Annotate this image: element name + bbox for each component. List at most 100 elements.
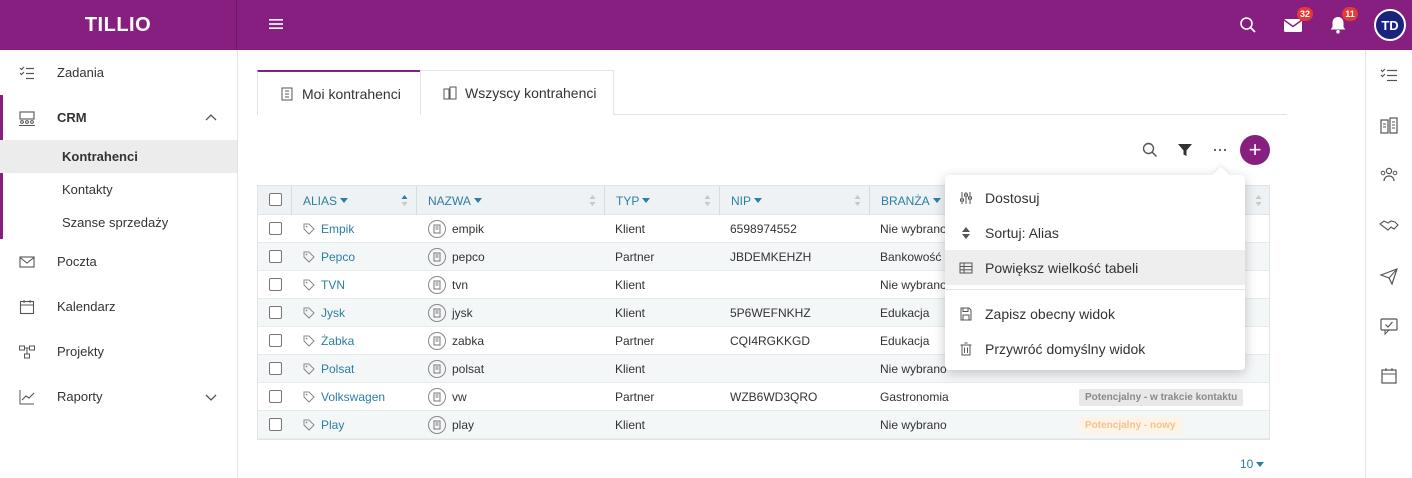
filter-icon[interactable] [1175, 140, 1195, 160]
branza-cell: Edukacja [880, 334, 930, 348]
tab-wszyscy-kontrahenci[interactable]: Wszyscy kontrahenci [420, 70, 614, 115]
page-size-value: 10 [1240, 457, 1254, 471]
crm-icon [19, 110, 35, 126]
alias-link[interactable]: Pepco [321, 250, 355, 264]
row-checkbox[interactable] [269, 362, 282, 375]
nazwa-text: zabka [452, 334, 485, 348]
row-checkbox[interactable] [269, 250, 282, 263]
notifications-button[interactable]: 11 [1327, 7, 1358, 36]
sidebar-sub-kontrahenci[interactable]: Kontrahenci [0, 140, 237, 173]
row-checkbox[interactable] [269, 390, 282, 403]
send-icon[interactable] [1379, 266, 1399, 286]
sidebar-item-label: CRM [57, 110, 87, 125]
caret-down-icon [754, 198, 763, 203]
table-row[interactable]: Volkswagen vw Partner WZB6WD3QRO Gastronomia… [258, 383, 1269, 411]
chevron-up-icon[interactable] [204, 111, 218, 125]
sidebar-sub-szanse[interactable]: Szanse sprzedaży [0, 206, 237, 239]
user-avatar[interactable]: TD [1374, 9, 1406, 41]
sort-asc-icon[interactable] [401, 194, 408, 207]
app-logo[interactable]: TILLIO [0, 0, 237, 50]
column-typ[interactable]: TYP [605, 186, 720, 215]
sidebar-item-crm[interactable]: CRM [0, 95, 237, 140]
nazwa-cell: empik [428, 215, 484, 243]
column-nazwa[interactable]: NAZWA [417, 186, 605, 215]
mail-icon [19, 255, 35, 268]
alias-cell[interactable]: Volkswagen [303, 383, 385, 411]
alias-link[interactable]: Jysk [321, 306, 345, 320]
table-row[interactable]: Play play Klient Nie wybrano Potencjalny - n… [258, 411, 1269, 439]
menu-item-powieksz[interactable]: Powiększ wielkość tabeli [945, 250, 1245, 285]
tag-icon [303, 279, 315, 291]
alias-link[interactable]: TVN [321, 278, 345, 292]
tag-icon [303, 363, 315, 375]
column-nip[interactable]: NIP [720, 186, 870, 215]
chevron-down-icon[interactable] [204, 390, 218, 404]
alias-link[interactable]: Volkswagen [321, 390, 385, 404]
row-checkbox[interactable] [269, 306, 282, 319]
building-icon [428, 360, 446, 378]
sort-icon [962, 226, 970, 239]
branza-cell: Nie wybrano [880, 362, 947, 376]
hamburger-menu-icon[interactable] [266, 14, 286, 34]
sort-icon[interactable] [704, 194, 711, 207]
caret-down-icon [1256, 461, 1265, 467]
typ-cell: Partner [615, 390, 655, 404]
sort-icon[interactable] [1255, 194, 1262, 207]
nazwa-cell: zabka [428, 327, 484, 355]
page-size-select[interactable]: 10 [1240, 457, 1265, 471]
tag-icon [303, 391, 315, 403]
buildings-icon [443, 86, 457, 100]
column-alias[interactable]: ALIAS [292, 186, 417, 215]
building-icon [428, 248, 446, 266]
building-icon [428, 332, 446, 350]
typ-cell: Partner [615, 250, 655, 264]
sidebar-item-zadania[interactable]: Zadania [0, 50, 237, 95]
table-icon [959, 262, 973, 273]
menu-item-przywroc[interactable]: Przywróć domyślny widok [945, 331, 1245, 366]
tag-icon [303, 335, 315, 347]
mail-button[interactable]: 32 [1282, 7, 1313, 36]
row-checkbox[interactable] [269, 418, 282, 431]
checklist-icon[interactable] [1379, 65, 1399, 85]
more-options-icon[interactable] [1210, 140, 1230, 160]
nazwa-text: vw [452, 390, 467, 404]
sort-icon[interactable] [854, 194, 861, 207]
alias-cell[interactable]: Pepco [303, 243, 355, 271]
sidebar-item-raporty[interactable]: Raporty [0, 374, 237, 419]
users-icon[interactable] [1379, 165, 1399, 185]
select-all-checkbox[interactable] [269, 193, 282, 206]
alias-cell[interactable]: Empik [303, 215, 354, 243]
sidebar-item-projekty[interactable]: Projekty [0, 329, 237, 374]
alias-link[interactable]: Żabka [321, 334, 354, 348]
handshake-icon[interactable] [1379, 216, 1399, 236]
menu-item-dostosuj[interactable]: Dostosuj [945, 180, 1245, 215]
tab-moi-kontrahenci[interactable]: Moi kontrahenci [257, 70, 421, 115]
nazwa-text: play [452, 418, 475, 432]
sidebar-item-poczta[interactable]: Poczta [0, 239, 237, 284]
caret-down-icon [932, 198, 941, 203]
row-checkbox[interactable] [269, 222, 282, 235]
sidebar-item-label: Projekty [57, 344, 104, 359]
alias-link[interactable]: Play [321, 418, 344, 432]
building-icon[interactable] [1379, 116, 1399, 136]
alias-cell[interactable]: Jysk [303, 299, 345, 327]
row-checkbox[interactable] [269, 278, 282, 291]
alias-cell[interactable]: Play [303, 411, 344, 439]
menu-item-zapisz[interactable]: Zapisz obecny widok [945, 296, 1245, 331]
search-icon[interactable] [1237, 14, 1259, 36]
add-button[interactable]: + [1240, 135, 1270, 165]
search-icon[interactable] [1140, 140, 1160, 160]
sidebar-item-kalendarz[interactable]: Kalendarz [0, 284, 237, 329]
alias-cell[interactable]: Żabka [303, 327, 354, 355]
menu-item-sortuj[interactable]: Sortuj: Alias [945, 215, 1245, 250]
alias-link[interactable]: Polsat [321, 362, 354, 376]
sort-icon[interactable] [589, 194, 596, 207]
alias-cell[interactable]: TVN [303, 271, 345, 299]
alias-link[interactable]: Empik [321, 222, 354, 236]
chat-check-icon[interactable] [1379, 316, 1399, 336]
calendar-icon[interactable] [1379, 366, 1399, 386]
select-all-cell [258, 186, 292, 215]
row-checkbox[interactable] [269, 334, 282, 347]
alias-cell[interactable]: Polsat [303, 355, 354, 383]
sidebar-sub-kontakty[interactable]: Kontakty [0, 173, 237, 206]
